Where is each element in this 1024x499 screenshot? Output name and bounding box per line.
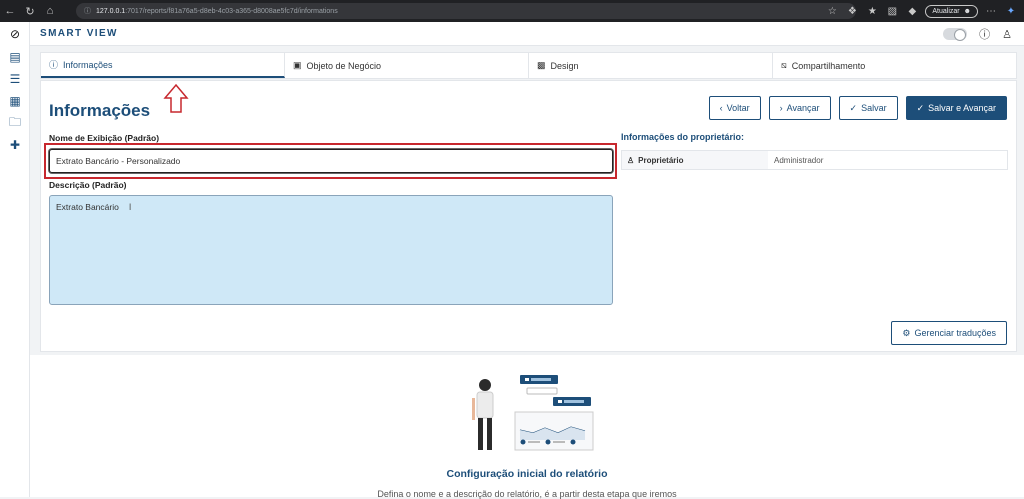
- shield-icon[interactable]: ◆: [905, 6, 919, 17]
- owner-table: ♙ Proprietário Administrador: [621, 150, 1008, 170]
- tab-label: Design: [550, 60, 579, 71]
- step-tabs: ⓘ Informações ▣ Objeto de Negócio ▩ Desi…: [40, 52, 1017, 79]
- left-navigation-rail: ⊘ ▤ ☰ ▦ 🗀 ✚: [0, 22, 30, 497]
- check-icon: ✓: [916, 102, 925, 113]
- save-and-next-button[interactable]: ✓ Salvar e Avançar: [905, 96, 1007, 120]
- reload-icon[interactable]: ↻: [20, 0, 40, 22]
- home-icon[interactable]: ⌂: [40, 0, 60, 22]
- back-button-label: Voltar: [726, 103, 750, 113]
- annotation-up-arrow-icon: [163, 83, 189, 113]
- extensions-icon[interactable]: ❖: [845, 6, 859, 17]
- save-button[interactable]: ✓ Salvar: [838, 96, 898, 120]
- theme-toggle[interactable]: [943, 28, 968, 41]
- manage-translations-button[interactable]: ⚙ Gerenciar traduções: [891, 321, 1007, 345]
- reports-icon[interactable]: ▤: [0, 46, 30, 68]
- user-icon[interactable]: ♙: [1002, 28, 1012, 41]
- info-icon[interactable]: ⓘ: [979, 26, 990, 42]
- app-logo-icon[interactable]: ⊘: [0, 22, 30, 46]
- tab-objeto-de-negocio[interactable]: ▣ Objeto de Negócio: [285, 53, 529, 78]
- tab-label: Objeto de Negócio: [306, 60, 382, 71]
- owner-section-title: Informações do proprietário:: [621, 132, 745, 142]
- person-icon: ♙: [627, 155, 635, 165]
- info-icon: ⓘ: [49, 60, 59, 70]
- next-button-label: Avançar: [786, 103, 820, 113]
- owner-key: Proprietário: [638, 155, 684, 165]
- list-report-icon[interactable]: ☰: [0, 68, 30, 90]
- onboarding-illustration-area: Configuração inicial do relatório Defina…: [30, 355, 1024, 499]
- table-icon[interactable]: ▦: [0, 90, 30, 112]
- star-icon[interactable]: ☆: [825, 6, 839, 17]
- url-host: 127.0.0.1: [96, 7, 126, 15]
- description-value: Extrato Bancário: [56, 202, 119, 212]
- collections-icon[interactable]: ▧: [885, 6, 899, 17]
- tab-label: Informações: [63, 59, 113, 70]
- favorites-icon[interactable]: ★: [865, 6, 879, 17]
- check-icon: ✓: [849, 102, 858, 113]
- description-label: Descrição (Padrão): [49, 180, 127, 190]
- plugin-icon[interactable]: ✚: [0, 134, 30, 156]
- save-button-label: Salvar: [861, 103, 887, 113]
- description-textarea[interactable]: Extrato Bancário I: [49, 195, 613, 305]
- profile-icon: ☻: [963, 7, 971, 15]
- tab-label: Compartilhamento: [791, 60, 866, 71]
- copilot-icon[interactable]: ✦: [1004, 6, 1018, 17]
- display-name-value: Extrato Bancário - Personalizado: [56, 156, 181, 166]
- app-header: SMART VIEW ⓘ ♙: [30, 22, 1024, 46]
- manage-translations-label: Gerenciar traduções: [914, 328, 996, 338]
- url-path: :7017/reports/f81a76a5-d8eb-4c03-a365-d8…: [125, 7, 338, 15]
- share-icon: ⧅: [781, 60, 787, 70]
- text-cursor-icon: I: [128, 202, 132, 212]
- browser-toolbar: ← ↻ ⌂ ⓘ 127.0.0.1 :7017/reports/f81a76a5…: [0, 0, 1024, 22]
- chevron-right-icon: ›: [779, 103, 783, 113]
- briefcase-icon: ▣: [293, 60, 302, 70]
- gear-icon: ⚙: [902, 327, 911, 338]
- illustration-description: Defina o nome e a descrição do relatório…: [377, 489, 677, 499]
- folder-icon[interactable]: 🗀: [0, 112, 30, 134]
- illustration-title: Configuração inicial do relatório: [446, 468, 608, 480]
- next-button[interactable]: › Avançar: [768, 96, 831, 120]
- owner-key-cell: ♙ Proprietário: [622, 151, 768, 169]
- display-name-input[interactable]: Extrato Bancário - Personalizado: [49, 149, 613, 173]
- display-name-label: Nome de Exibição (Padrão): [49, 133, 160, 143]
- update-browser-button[interactable]: Atualizar ☻: [925, 4, 978, 18]
- tab-informacoes[interactable]: ⓘ Informações: [41, 53, 285, 78]
- informations-card: Informações ‹ Voltar › Avançar ✓ Salvar …: [40, 80, 1017, 352]
- chevron-left-icon: ‹: [719, 103, 723, 113]
- app-title: SMART VIEW: [40, 28, 118, 39]
- back-arrow-icon[interactable]: ←: [0, 0, 20, 22]
- more-icon[interactable]: ⋯: [984, 6, 998, 17]
- info-icon: ⓘ: [84, 8, 91, 15]
- back-button[interactable]: ‹ Voltar: [708, 96, 761, 120]
- tab-compartilhamento[interactable]: ⧅ Compartilhamento: [773, 53, 1016, 78]
- owner-value: Administrador: [774, 155, 824, 165]
- action-buttons: ‹ Voltar › Avançar ✓ Salvar ✓ Salvar e A…: [708, 96, 1007, 120]
- image-icon: ▩: [537, 60, 546, 70]
- update-label: Atualizar: [932, 7, 960, 15]
- page-title: Informações: [49, 101, 151, 120]
- tab-design[interactable]: ▩ Design: [529, 53, 773, 78]
- address-bar[interactable]: ⓘ 127.0.0.1 :7017/reports/f81a76a5-d8eb-…: [76, 3, 856, 19]
- save-and-next-label: Salvar e Avançar: [928, 103, 996, 113]
- report-setup-illustration: [472, 375, 594, 451]
